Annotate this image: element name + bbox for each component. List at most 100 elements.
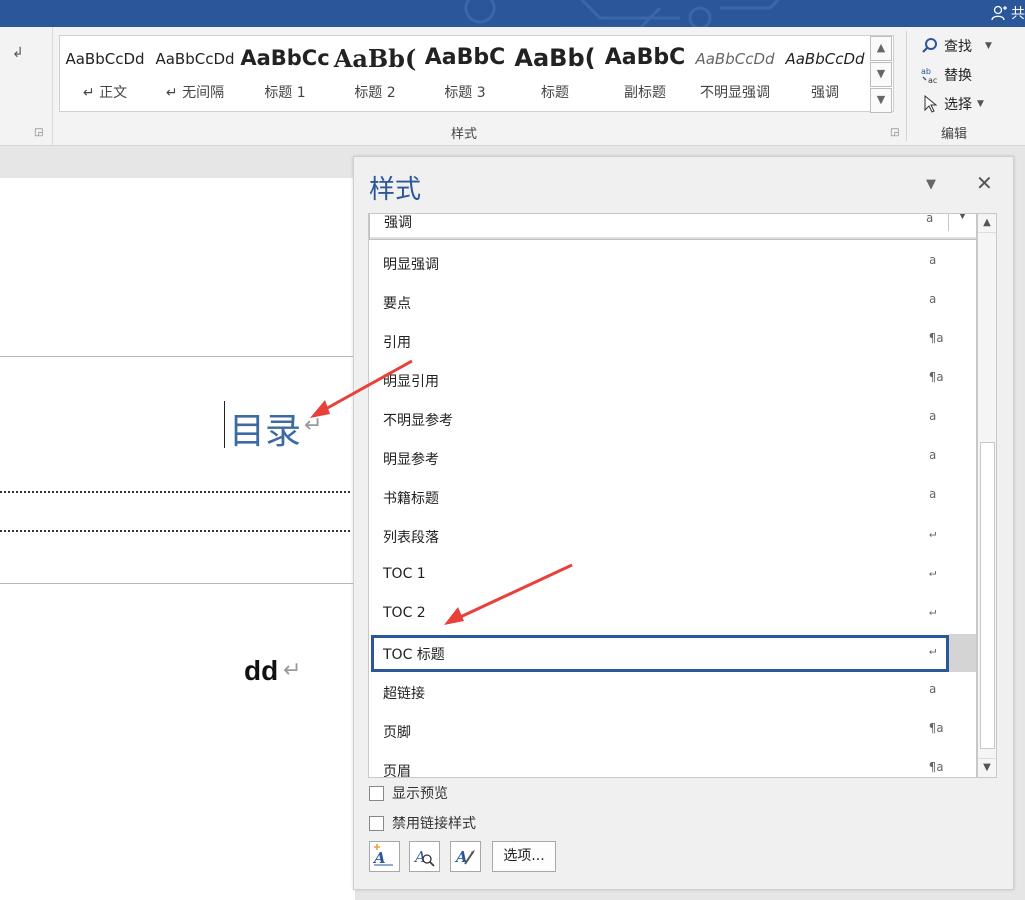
style-item-label: TOC 标题: [383, 647, 445, 663]
pane-options-icon[interactable]: ▼: [926, 177, 936, 192]
style-tile-title[interactable]: AaBb( 标题: [510, 36, 600, 111]
edit-group-label: 编辑: [941, 127, 968, 142]
new-style-button[interactable]: A: [369, 841, 400, 872]
style-item[interactable]: 列表段落 ↵: [369, 516, 975, 555]
share-button[interactable]: 共: [991, 3, 1025, 23]
style-tile-subtitle[interactable]: AaBbC 副标题: [600, 36, 690, 111]
style-preview: AaBbC: [424, 45, 506, 70]
style-tile-heading-3[interactable]: AaBbC 标题 3: [420, 36, 510, 111]
close-icon[interactable]: ✕: [976, 171, 993, 195]
style-item[interactable]: 明显强调 a: [369, 243, 975, 282]
style-item[interactable]: 书籍标题 a: [369, 477, 975, 516]
show-preview-label: 显示预览: [392, 786, 448, 802]
style-tile-subtle-emphasis[interactable]: AaBbCcDd 不明显强调: [690, 36, 780, 111]
style-name: ↵ 无间隔: [165, 85, 225, 101]
style-tile-no-spacing[interactable]: AaBbCcDd ↵ 无间隔: [150, 36, 240, 111]
select-button[interactable]: 选择 ▼: [921, 94, 984, 114]
character-style-icon: a: [929, 409, 937, 423]
gallery-more-button[interactable]: ▼: [870, 88, 892, 113]
style-name: 强调: [811, 85, 839, 101]
style-item[interactable]: 引用 ¶a: [369, 321, 975, 360]
style-item-label: TOC 1: [383, 566, 426, 582]
style-item[interactable]: 不明显参考 a: [369, 399, 975, 438]
gallery-up-button[interactable]: ▲: [870, 36, 892, 61]
style-tile-heading-2[interactable]: AaBb( 标题 2: [330, 36, 420, 111]
style-name: 标题: [541, 85, 569, 101]
options-button[interactable]: 选项...: [492, 841, 556, 872]
style-item-label: 书籍标题: [383, 491, 439, 507]
character-style-icon: a: [926, 213, 934, 225]
checkbox-box[interactable]: [369, 785, 384, 801]
linked-style-icon: ¶a: [929, 721, 944, 735]
style-item[interactable]: TOC 2 ↵: [369, 594, 975, 633]
svg-text:A: A: [372, 849, 386, 867]
styles-group-label: 样式: [451, 127, 478, 142]
style-item[interactable]: 页眉 ¶a: [369, 750, 975, 777]
style-tile-emphasis[interactable]: AaBbCcDd 强调: [780, 36, 870, 111]
title-bar: 共: [0, 0, 1025, 27]
paragraph-style-icon: ↵: [929, 604, 937, 618]
style-item-label: TOC 2: [383, 605, 426, 621]
style-item[interactable]: TOC 1 ↵: [369, 555, 975, 594]
style-item-emphasis[interactable]: 强调 a ▼: [369, 213, 976, 240]
style-tile-normal[interactable]: AaBbCcDd ↵ 正文: [60, 36, 150, 111]
paragraph-mark: ↵: [304, 413, 323, 438]
sort-icon[interactable]: ↲: [12, 45, 24, 61]
disable-linked-label: 禁用链接样式: [392, 816, 476, 832]
manage-styles-button[interactable]: A: [450, 841, 481, 872]
character-style-icon: a: [929, 448, 937, 462]
replace-label: 替换: [944, 68, 972, 84]
styles-dialog-launcher-icon[interactable]: ◲: [890, 127, 899, 138]
scroll-up-icon[interactable]: ▲: [978, 214, 996, 233]
body-text[interactable]: dd: [244, 655, 278, 687]
style-name: 标题 1: [264, 85, 306, 101]
style-item[interactable]: 页脚 ¶a: [369, 711, 975, 750]
ribbon: ↲ ◲ AaBbCcDd ↵ 正文 AaBbCcDd ↵ 无间隔 AaBbCc …: [0, 27, 1025, 146]
new-style-icon: A: [372, 844, 393, 867]
search-icon: [922, 38, 937, 53]
chevron-down-icon: ▼: [985, 41, 992, 51]
replace-icon: abac: [921, 67, 937, 84]
disable-linked-styles-checkbox[interactable]: 禁用链接样式: [369, 813, 476, 833]
dialog-launcher-icon[interactable]: ◲: [34, 127, 43, 138]
style-item-label: 不明显参考: [383, 413, 453, 429]
character-style-icon: a: [929, 292, 937, 306]
style-inspector-icon: A: [413, 848, 435, 867]
pane-title: 样式: [369, 175, 422, 205]
circuit-decoration: [464, 0, 781, 27]
style-item-toc-heading[interactable]: TOC 标题 ↵: [369, 633, 976, 672]
svg-text:ac: ac: [928, 76, 937, 84]
style-item-label: 明显参考: [383, 452, 439, 468]
find-button[interactable]: 查找 ▼: [921, 36, 992, 56]
style-item[interactable]: 明显参考 a: [369, 438, 975, 477]
character-style-icon: a: [929, 682, 937, 696]
style-preview: AaBbCcDd: [785, 50, 865, 68]
style-item[interactable]: 超链接 a: [369, 672, 975, 711]
styles-list-scrollbar[interactable]: ▲ ▼: [977, 213, 997, 778]
style-item-label: 引用: [383, 335, 411, 351]
toc-leader-line: [0, 491, 350, 493]
gallery-down-button[interactable]: ▼: [870, 62, 892, 87]
chevron-down-icon[interactable]: ▼: [948, 214, 976, 231]
style-preview: AaBb(: [514, 44, 596, 72]
scroll-thumb[interactable]: [980, 442, 995, 749]
group-divider: [906, 31, 907, 141]
style-item-label: 明显强调: [383, 257, 439, 273]
style-inspector-button[interactable]: A: [409, 841, 440, 872]
style-name: ↵ 正文: [82, 85, 128, 101]
styles-list: 强调 a ▼ 明显强调 a 要点 a 引用 ¶a 明显引用 ¶a 不明显参考 a…: [368, 213, 977, 778]
style-name: 标题 2: [354, 85, 396, 101]
checkbox-box[interactable]: [369, 815, 384, 831]
show-preview-checkbox[interactable]: 显示预览: [369, 783, 448, 803]
toc-heading[interactable]: 目录: [229, 402, 301, 454]
toc-bottom-rule: [0, 583, 353, 584]
character-style-icon: a: [929, 487, 937, 501]
style-item[interactable]: 明显引用 ¶a: [369, 360, 975, 399]
style-item[interactable]: 要点 a: [369, 282, 975, 321]
style-tile-heading-1[interactable]: AaBbCc 标题 1: [240, 36, 330, 111]
cursor-icon: [924, 95, 938, 113]
style-preview: AaBb(: [333, 44, 417, 73]
document-page[interactable]: 目录 ↵ dd ↵: [0, 178, 355, 900]
scroll-down-icon[interactable]: ▼: [978, 758, 996, 777]
replace-button[interactable]: ab ac 替换: [921, 65, 972, 85]
